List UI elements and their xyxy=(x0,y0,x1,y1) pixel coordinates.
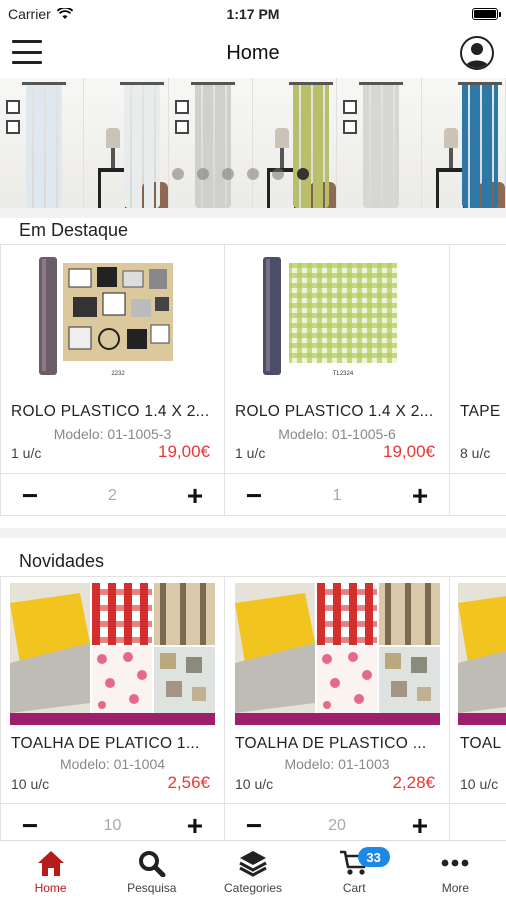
increment-button[interactable]: + xyxy=(405,481,435,510)
banner-slide xyxy=(168,78,253,208)
product-card[interactable]: TOALHA DE PLATICO 1... Modelo: 01-1004 1… xyxy=(0,576,225,848)
search-icon xyxy=(138,851,166,877)
product-name: ROLO PLASTICO 1.4 X 2... xyxy=(11,403,210,420)
product-image: 2232 xyxy=(1,253,224,381)
home-icon xyxy=(37,851,64,876)
svg-text:TL2324: TL2324 xyxy=(333,371,354,377)
quantity-value: 1 xyxy=(332,486,342,504)
product-card[interactable]: TOALHA DE PLASTICO ... Modelo: 01-1003 1… xyxy=(225,576,450,848)
section-title-new: Novidades xyxy=(19,551,105,571)
tab-label: Pesquisa xyxy=(127,881,177,895)
page-title: Home xyxy=(226,41,280,64)
product-name: TOAL xyxy=(460,735,502,752)
banner-slide xyxy=(84,78,169,208)
product-price: 2,28€ xyxy=(392,773,435,792)
tab-home[interactable]: Home xyxy=(0,841,101,900)
quantity-value: 10 xyxy=(103,816,122,834)
product-image xyxy=(1,583,224,725)
carousel-dot[interactable] xyxy=(272,168,284,180)
quantity-stepper xyxy=(450,473,506,516)
banner-slide xyxy=(421,78,506,208)
svg-text:2232: 2232 xyxy=(111,371,125,377)
increment-button[interactable]: + xyxy=(405,811,435,840)
product-model: Modelo: 01-1005-6 xyxy=(278,426,396,442)
tab-label: Cart xyxy=(342,881,366,895)
profile-button[interactable] xyxy=(460,36,494,70)
product-model: Modelo: 01-1003 xyxy=(284,756,390,772)
banner-carousel[interactable] xyxy=(0,78,506,208)
carousel-dot[interactable] xyxy=(172,168,184,180)
banner-slide xyxy=(252,78,338,208)
nav-bar: Home xyxy=(0,28,506,78)
tab-cart[interactable]: 33 Cart xyxy=(304,841,405,900)
banner-slide xyxy=(0,78,85,208)
layers-icon xyxy=(239,851,267,877)
wifi-icon xyxy=(56,8,73,19)
quantity-stepper: − 1 + xyxy=(225,473,449,516)
quantity-value: 2 xyxy=(108,486,117,504)
quantity-stepper: − 2 + xyxy=(1,473,224,516)
decrement-button[interactable]: − xyxy=(239,811,269,840)
decrement-button[interactable]: − xyxy=(15,481,45,510)
product-units: 10 u/c xyxy=(11,776,50,792)
section-title-featured: Em Destaque xyxy=(19,220,129,240)
status-bar: Carrier 1:17 PM xyxy=(0,0,506,28)
tab-label: Home xyxy=(34,881,67,895)
tab-bar: Home Pesquisa Categories 33 Cart More xyxy=(0,840,506,900)
carrier-label: Carrier xyxy=(8,6,51,22)
tab-more[interactable]: More xyxy=(405,841,506,900)
product-card[interactable]: TL2324 ROLO PLASTICO 1.4 X 2... Modelo: … xyxy=(225,244,450,516)
increment-button[interactable]: + xyxy=(180,481,210,510)
new-products: TOALHA DE PLATICO 1... Modelo: 01-1004 1… xyxy=(0,576,506,848)
product-image xyxy=(225,583,449,725)
decrement-button[interactable]: − xyxy=(15,811,45,840)
cart-count-badge: 33 xyxy=(357,847,390,867)
tab-categories[interactable]: Categories xyxy=(202,841,303,900)
product-name: TOALHA DE PLASTICO ... xyxy=(235,735,427,752)
product-units: 8 u/c xyxy=(460,445,491,461)
more-icon xyxy=(442,859,469,867)
quantity-value: 20 xyxy=(328,816,346,834)
product-units: 1 u/c xyxy=(235,445,266,461)
carousel-dot[interactable] xyxy=(222,168,234,180)
product-price: 19,00€ xyxy=(158,442,210,461)
battery-icon xyxy=(472,8,501,20)
carousel-dot[interactable] xyxy=(297,168,309,180)
decrement-button[interactable]: − xyxy=(239,481,269,510)
product-units: 10 u/c xyxy=(235,776,274,792)
product-units: 10 u/c xyxy=(460,776,499,792)
banner-slide xyxy=(337,78,422,208)
tab-label: More xyxy=(441,881,470,895)
product-units: 1 u/c xyxy=(11,445,42,461)
tab-search[interactable]: Pesquisa xyxy=(101,841,202,900)
tab-label: Categories xyxy=(223,881,283,895)
product-name: TAPE xyxy=(460,403,501,420)
carousel-dot[interactable] xyxy=(197,168,209,180)
menu-button[interactable] xyxy=(12,40,42,64)
product-model: Modelo: 01-1005-3 xyxy=(53,426,172,442)
product-name: ROLO PLASTICO 1.4 X 2... xyxy=(235,403,434,420)
product-image xyxy=(450,583,506,725)
user-icon xyxy=(465,43,489,68)
product-image: TL2324 xyxy=(225,253,449,381)
product-price: 19,00€ xyxy=(383,442,435,461)
carousel-dot[interactable] xyxy=(247,168,259,180)
featured-products: 2232 ROLO PLASTICO 1.4 X 2... Modelo: 01… xyxy=(0,244,506,516)
status-time: 1:17 PM xyxy=(226,6,280,22)
product-name: TOALHA DE PLATICO 1... xyxy=(11,735,200,752)
increment-button[interactable]: + xyxy=(180,811,210,840)
product-image: J CO xyxy=(450,253,506,381)
product-card[interactable]: 2232 ROLO PLASTICO 1.4 X 2... Modelo: 01… xyxy=(0,244,225,516)
carousel-dots xyxy=(172,168,309,180)
product-card[interactable]: TOAL 10 u/c xyxy=(450,576,506,848)
product-card[interactable]: J CO TAPE 8 u/c xyxy=(450,244,506,516)
product-model: Modelo: 01-1004 xyxy=(59,756,166,772)
product-price: 2,56€ xyxy=(167,773,210,792)
